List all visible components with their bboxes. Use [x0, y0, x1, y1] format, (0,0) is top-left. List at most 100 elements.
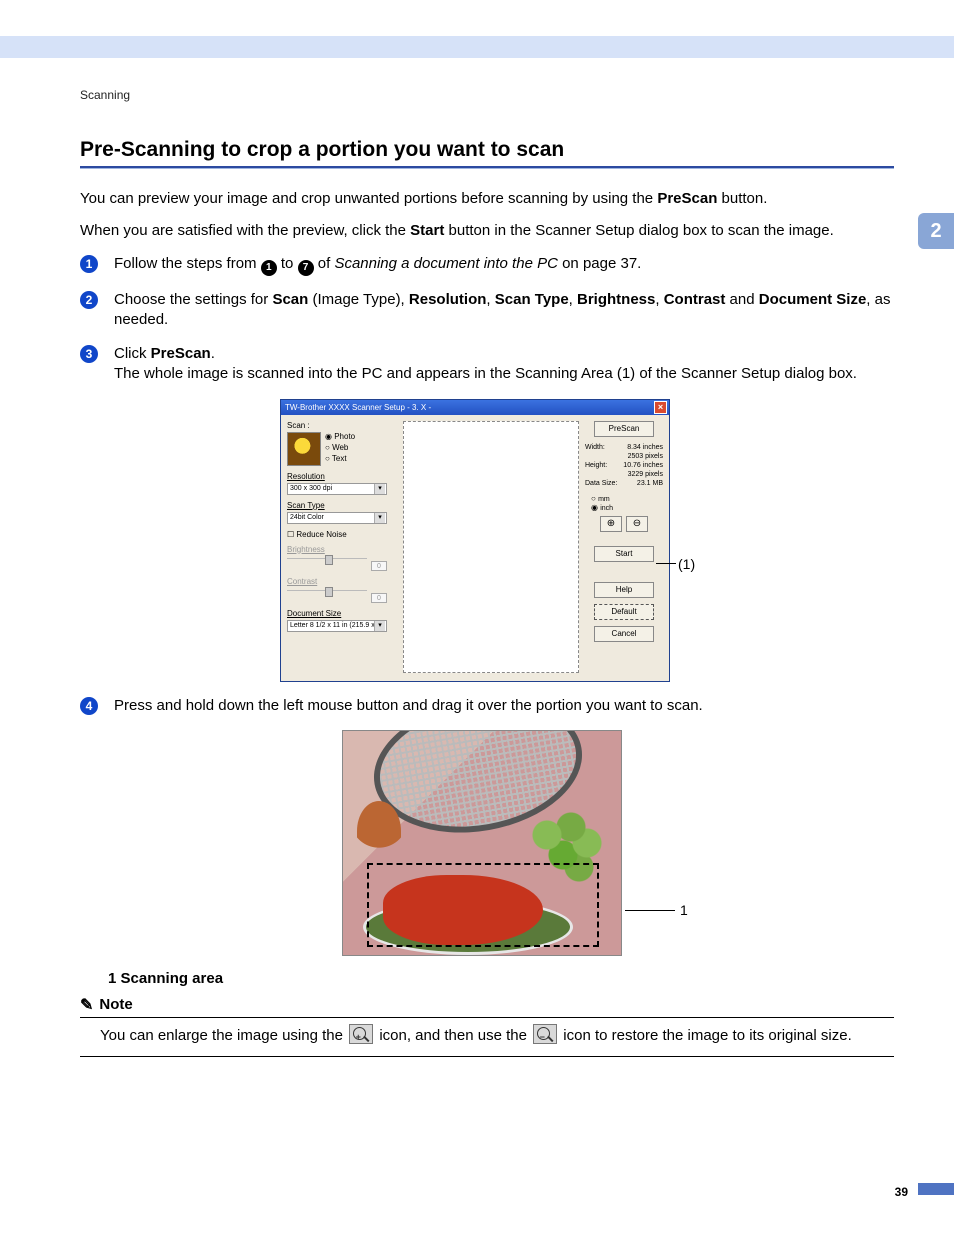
- radio-label: Text: [332, 454, 347, 463]
- step-number-icon: 4: [80, 696, 106, 716]
- step-body: Choose the settings for Scan (Image Type…: [114, 290, 894, 331]
- contrast-slider[interactable]: [287, 590, 367, 591]
- height-label: Height:: [585, 461, 607, 470]
- text: icon to restore the image to its origina…: [563, 1027, 851, 1044]
- checkbox-label: Reduce Noise: [296, 530, 346, 539]
- step-body: Press and hold down the left mouse butto…: [114, 696, 894, 716]
- zoom-in-icon: +: [349, 1024, 373, 1044]
- help-button[interactable]: Help: [594, 582, 654, 598]
- contrast-label: Contrast: [287, 577, 397, 586]
- width-label: Width:: [585, 443, 605, 452]
- text: Follow the steps from: [114, 255, 261, 272]
- text: of: [314, 255, 335, 272]
- intro-p1: You can preview your image and crop unwa…: [80, 189, 894, 209]
- callout-label: (1): [678, 556, 695, 572]
- intro-p2: When you are satisfied with the preview,…: [80, 221, 894, 241]
- text: When you are satisfied with the preview,…: [80, 222, 410, 239]
- note-heading: ✎ Note: [80, 995, 894, 1018]
- note-icon: ✎: [80, 995, 93, 1015]
- radio-web[interactable]: Web: [325, 443, 355, 452]
- scanner-setup-dialog: TW-Brother XXXX Scanner Setup - 3. X - ×…: [280, 399, 670, 682]
- step-number-icon: 2: [80, 290, 106, 331]
- dialog-right-panel: PreScan Width:8.34 inches 2503 pixels He…: [585, 421, 663, 673]
- radio-text[interactable]: Text: [325, 454, 355, 463]
- step-body: Click PreScan. The whole image is scanne…: [114, 344, 894, 385]
- section-heading: Pre-Scanning to crop a portion you want …: [80, 138, 894, 164]
- text: button.: [717, 190, 767, 207]
- brightness-slider[interactable]: [287, 558, 367, 559]
- step-number-icon: 1: [80, 254, 106, 276]
- zoom-out-icon: −: [533, 1024, 557, 1044]
- inline-step-ref-icon: 1: [261, 260, 277, 276]
- scan-thumbnail: [287, 432, 321, 466]
- text: and: [725, 291, 758, 308]
- step-body: Follow the steps from 1 to 7 of Scanning…: [114, 254, 894, 276]
- example-photo: [342, 730, 622, 956]
- step-list-continued: 4 Press and hold down the left mouse but…: [80, 696, 894, 716]
- text: on page 37.: [558, 255, 641, 272]
- radio-label: mm: [598, 496, 610, 503]
- text: icon, and then use the: [379, 1027, 531, 1044]
- default-button[interactable]: Default: [594, 604, 654, 620]
- header-blue-band: [0, 36, 954, 58]
- radio-label: inch: [600, 505, 613, 512]
- text-bold: Document Size: [759, 291, 867, 308]
- page-number-band: [918, 1183, 954, 1195]
- text: You can preview your image and crop unwa…: [80, 190, 657, 207]
- scanner-setup-dialog-figure: TW-Brother XXXX Scanner Setup - 3. X - ×…: [280, 399, 670, 682]
- datasize-label: Data Size:: [585, 479, 617, 488]
- zoom-out-icon[interactable]: ⊖: [626, 516, 648, 532]
- brightness-value: 0: [371, 561, 387, 571]
- example-photo-figure: 1: [342, 730, 632, 956]
- step-4: 4 Press and hold down the left mouse but…: [80, 696, 894, 716]
- start-button[interactable]: Start: [594, 546, 654, 562]
- dialog-title: TW-Brother XXXX Scanner Setup - 3. X -: [285, 403, 431, 412]
- contrast-value: 0: [371, 593, 387, 603]
- text: to: [277, 255, 298, 272]
- dialog-left-panel: Scan : Photo Web Text Resolution 300 x 3…: [287, 421, 397, 673]
- chapter-tab: 2: [918, 213, 954, 249]
- text: ,: [569, 291, 577, 308]
- figure-legend: 1 Scanning area: [108, 970, 894, 987]
- resolution-select[interactable]: 300 x 300 dpi: [287, 483, 387, 495]
- unit-mm-radio[interactable]: mm: [591, 494, 663, 503]
- step-number-icon: 3: [80, 344, 106, 385]
- step-list: 1 Follow the steps from 1 to 7 of Scanni…: [80, 254, 894, 385]
- top-whitespace: [0, 0, 954, 36]
- brightness-label: Brightness: [287, 545, 397, 554]
- scan-info: Width:8.34 inches 2503 pixels Height:10.…: [585, 443, 663, 488]
- scan-label: Scan :: [287, 421, 397, 430]
- scantype-select[interactable]: 24bit Color: [287, 512, 387, 524]
- text: Choose the settings for: [114, 291, 272, 308]
- callout-label: 1: [680, 902, 688, 918]
- radio-photo[interactable]: Photo: [325, 432, 355, 441]
- text-italic: Scanning a document into the PC: [334, 255, 557, 272]
- prescan-button[interactable]: PreScan: [594, 421, 654, 437]
- close-icon[interactable]: ×: [654, 401, 667, 414]
- text-bold: PreScan: [151, 345, 211, 362]
- scan-type-radios: Photo Web Text: [325, 432, 355, 466]
- unit-inch-radio[interactable]: inch: [591, 503, 663, 512]
- callout-line: [656, 563, 676, 564]
- docsize-label: Document Size: [287, 609, 397, 618]
- scantype-label: Scan Type: [287, 501, 397, 510]
- preview-area[interactable]: [403, 421, 579, 673]
- text: Click: [114, 345, 151, 362]
- dialog-body: Scan : Photo Web Text Resolution 300 x 3…: [281, 415, 669, 681]
- resolution-label: Resolution: [287, 472, 397, 481]
- height-pixels: 3229 pixels: [628, 470, 663, 479]
- cancel-button[interactable]: Cancel: [594, 626, 654, 642]
- reduce-noise-checkbox[interactable]: Reduce Noise: [287, 530, 397, 539]
- datasize-value: 23.1 MB: [637, 479, 663, 488]
- contrast-group: Contrast 0: [287, 577, 397, 603]
- note-body: You can enlarge the image using the + ic…: [80, 1018, 894, 1057]
- text: .: [211, 345, 215, 362]
- photo-wineglass: [357, 801, 401, 861]
- text-bold: PreScan: [657, 190, 717, 207]
- radio-label: Web: [332, 443, 348, 452]
- brightness-group: Brightness 0: [287, 545, 397, 571]
- docsize-select[interactable]: Letter 8 1/2 x 11 in (215.9 x: [287, 620, 387, 632]
- zoom-in-icon[interactable]: ⊕: [600, 516, 622, 532]
- crop-selection-box[interactable]: [367, 863, 599, 947]
- text-bold: Scan: [272, 291, 308, 308]
